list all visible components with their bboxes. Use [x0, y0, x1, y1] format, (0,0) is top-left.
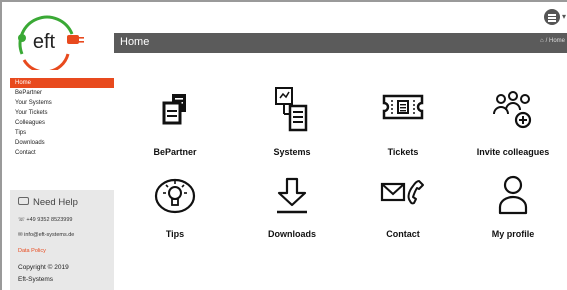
lightbulb-icon: [154, 178, 196, 214]
help-phone-text: +49 9352 8523999: [26, 217, 73, 223]
help-email[interactable]: ✉ info@eft-systems.de: [18, 232, 74, 238]
copyright-text: Copyright © 2019: [18, 264, 69, 271]
company-name: Eft-Systems: [18, 276, 54, 283]
data-policy-link[interactable]: Data Policy: [18, 248, 46, 254]
download-icon: [277, 177, 307, 214]
logo-text: eft: [33, 31, 56, 53]
breadcrumb-label: / Home: [545, 38, 565, 44]
tile-systems[interactable]: Systems: [242, 86, 342, 157]
sidebar-item-downloads[interactable]: Downloads: [10, 138, 114, 148]
user-menu-icon[interactable]: [544, 9, 560, 25]
tile-invite-colleagues[interactable]: Invite colleagues: [463, 90, 563, 160]
tile-tips[interactable]: Tips: [125, 177, 225, 247]
help-email-text: info@eft-systems.de: [24, 232, 75, 238]
ticket-icon: [382, 94, 424, 120]
sidebar-item-your-tickets[interactable]: Your Tickets: [10, 108, 114, 118]
breadcrumb[interactable]: ⌂ / Home: [540, 38, 565, 44]
chat-icon: [18, 197, 29, 206]
tile-label: Tips: [165, 229, 185, 239]
page-title: Home: [120, 36, 150, 48]
contact-icon: [380, 180, 424, 205]
sidebar-item-home[interactable]: Home: [10, 78, 114, 88]
profile-icon: [498, 175, 528, 215]
home-icon: ⌂: [540, 38, 544, 44]
sidebar-item-your-systems[interactable]: Your Systems: [10, 98, 114, 108]
tile-label: Contact: [386, 229, 420, 239]
tile-tickets[interactable]: Tickets: [353, 92, 453, 162]
help-title-text: Need Help: [33, 197, 78, 208]
user-menu-caret-icon[interactable]: ▾: [562, 12, 566, 21]
sidebar-item-bepartner[interactable]: BePartner: [10, 88, 114, 98]
sidebar-item-contact[interactable]: Contact: [10, 148, 114, 158]
tile-label: Tickets: [387, 147, 419, 157]
help-title: Need Help: [18, 197, 78, 208]
sidebar-item-colleagues[interactable]: Colleagues: [10, 118, 114, 128]
tile-my-profile[interactable]: My profile: [463, 175, 563, 245]
invite-colleagues-icon: [493, 91, 532, 129]
eft-logo[interactable]: eft: [10, 10, 90, 74]
sidebar-item-tips[interactable]: Tips: [10, 128, 114, 138]
tile-downloads[interactable]: Downloads: [242, 177, 342, 247]
tile-contact[interactable]: Contact: [353, 177, 453, 247]
tile-label: BePartner: [153, 147, 197, 157]
tile-label: Systems: [273, 147, 311, 157]
tile-label: Downloads: [267, 229, 316, 239]
tile-bepartner[interactable]: BePartner: [125, 90, 225, 160]
systems-icon: [275, 87, 308, 132]
page-header: Home ⌂ / Home: [114, 33, 567, 53]
help-phone[interactable]: ☏ +49 9352 8523999: [18, 217, 72, 223]
partner-icon: [162, 94, 186, 125]
tile-label: Invite colleagues: [476, 147, 550, 157]
sidebar-nav: Home BePartner Your Systems Your Tickets…: [10, 78, 114, 158]
help-panel: Need Help ☏ +49 9352 8523999 ✉ info@eft-…: [10, 190, 114, 290]
tile-label: My profile: [491, 229, 535, 239]
